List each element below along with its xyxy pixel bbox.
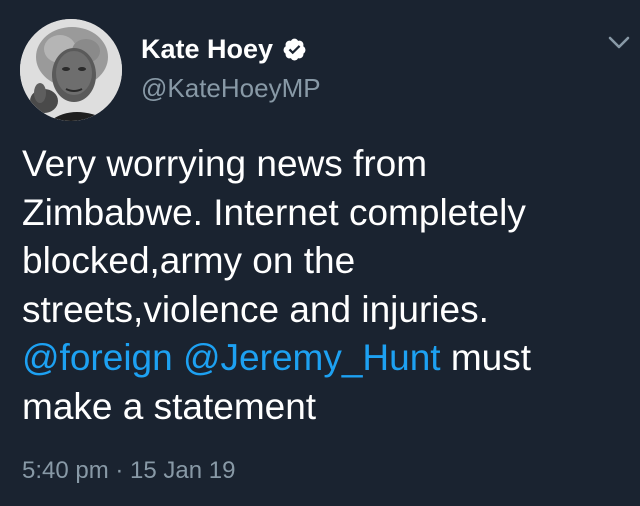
meta-separator: · [108,457,131,484]
avatar[interactable] [20,19,122,121]
author-display-name[interactable]: Kate Hoey [141,33,273,65]
tweet-text-line: Very worrying news from [22,143,428,184]
tweet-text-line: Zimbabwe. Internet completely [22,191,526,233]
tweet-text-line: @foreign @Jeremy_Hunt must [22,334,622,383]
tweet-card: Kate Hoey @KateHoeyMP Very worrying news… [0,0,640,506]
tweet-text-line: blocked,army on the [22,240,356,281]
verified-badge-icon [283,38,306,60]
avatar-photo [20,19,122,121]
tweet-timestamp[interactable]: 5:40 pm · 15 Jan 19 [22,456,235,486]
tweet-date: 15 Jan 19 [130,457,236,484]
tweet-time: 5:40 pm [22,457,109,484]
author-handle[interactable]: @KateHoeyMP [141,72,321,104]
tweet-text-line: make a statement [22,385,317,427]
tweet-text: Very worrying news from Zimbabwe. Intern… [22,140,622,431]
mention-link-jeremy-hunt[interactable]: @Jeremy_Hunt [183,337,441,378]
tweet-text-fragment: must [440,337,532,378]
tweet-text-line: streets,violence and injuries. [22,288,489,330]
chevron-down-icon[interactable] [608,36,630,50]
author-name-row[interactable]: Kate Hoey [141,33,307,65]
mention-link-foreign[interactable]: @foreign [22,337,173,378]
